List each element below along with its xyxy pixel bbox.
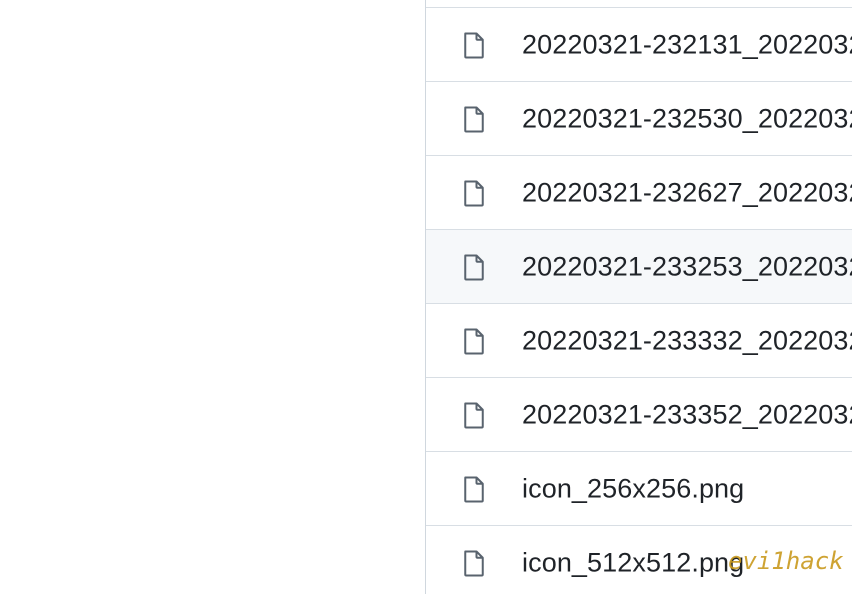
file-row[interactable]: icon_256x256.png	[426, 452, 852, 526]
file-row[interactable]: 20220321-232131_20220321-232154_01.png	[426, 8, 852, 82]
file-row[interactable]: 20220321-233352_20220321-233407_01.png	[426, 378, 852, 452]
file-name-link[interactable]: icon_256x256.png	[522, 473, 744, 504]
file-name-link[interactable]: 20220321-233352_20220321-233407_01.png	[522, 399, 852, 430]
file-row[interactable]: 20220321-232530_20220321-232543_01.png	[426, 82, 852, 156]
file-name-link[interactable]: 20220321-232131_20220321-232154_01.png	[522, 29, 852, 60]
file-row[interactable]: 20220321-232627_20220321-232639_01.png	[426, 156, 852, 230]
file-name-link[interactable]: 20220321-232530_20220321-232543_01.png	[522, 103, 852, 134]
page: 20220321-232131_20220321-232154_01.png 2…	[0, 0, 852, 594]
file-icon	[459, 324, 489, 356]
file-icon	[459, 398, 489, 430]
file-name-link[interactable]: 20220321-233332_20220321-233347_01.png	[522, 325, 852, 356]
file-row[interactable]	[426, 0, 852, 8]
file-name-link[interactable]: 20220321-233253_20220321-233310_01.png	[522, 251, 852, 282]
file-icon	[459, 28, 489, 60]
file-icon	[459, 250, 489, 282]
file-row[interactable]: 20220321-233253_20220321-233310_01.png	[426, 230, 852, 304]
file-name-link[interactable]: 20220321-232627_20220321-232639_01.png	[522, 177, 852, 208]
file-name-link[interactable]: icon_512x512.png	[522, 547, 744, 578]
file-icon	[459, 102, 489, 134]
file-icon	[459, 176, 489, 208]
file-list: 20220321-232131_20220321-232154_01.png 2…	[425, 0, 852, 594]
file-icon	[459, 546, 489, 578]
file-row[interactable]: 20220321-233332_20220321-233347_01.png	[426, 304, 852, 378]
watermark: evi1hack	[728, 547, 844, 575]
file-icon	[459, 472, 489, 504]
